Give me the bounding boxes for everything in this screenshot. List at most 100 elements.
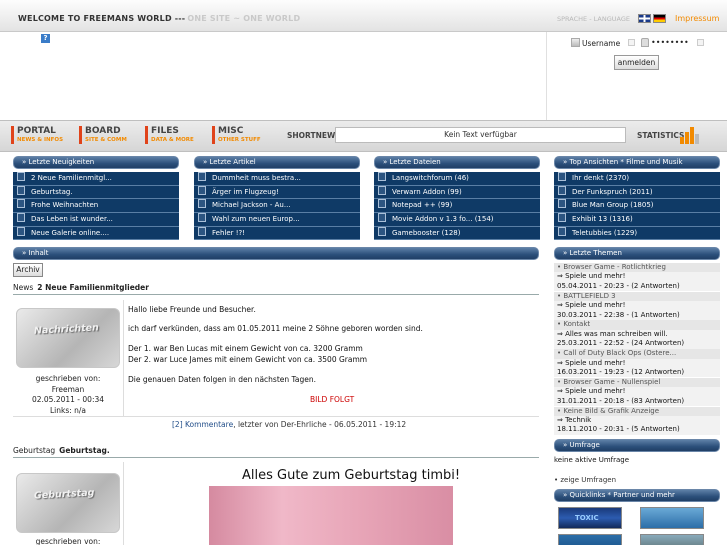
nav-board-title: BOARD [85, 126, 121, 136]
list-item-label: Das Leben ist wunder... [31, 215, 113, 224]
nav-board[interactable]: BOARD SITE & COMM [79, 126, 127, 144]
document-icon [198, 185, 206, 195]
post-meta: geschrieben von: [14, 537, 122, 545]
umfrage-link[interactable]: • zeige Umfragen [554, 476, 616, 484]
birthday-photo [209, 486, 453, 545]
panel-header-umfrage: Umfrage [554, 439, 720, 452]
nav-misc-sub: OTHER STUFF [218, 137, 261, 143]
list-item-label: Ärger im Flugzeug! [212, 187, 279, 196]
thread-title[interactable]: • Kontakt [554, 320, 720, 330]
thread-forum[interactable]: ⇒ Spiele und mehr! [554, 387, 720, 397]
partner-banner-toxic[interactable]: TOXIC [558, 507, 622, 529]
post-title: Geburtstag Geburtstag. [13, 446, 110, 455]
list-item[interactable]: Gamebooster (128) [374, 226, 540, 241]
list-item[interactable]: • Call of Duty Black Ops (Ostere... ⇒ Sp… [554, 349, 720, 378]
list-item-label: Geburtstag. [31, 187, 73, 196]
list-item[interactable]: Neue Galerie online.... [13, 226, 179, 241]
partner-banner[interactable] [640, 507, 704, 529]
nav-portal[interactable]: PORTAL NEWS & INFOS [11, 126, 63, 144]
list-item[interactable]: • Browser Game - Rotlichtkrieg ⇒ Spiele … [554, 263, 720, 292]
document-icon [198, 213, 206, 223]
author-name[interactable]: Freeman [14, 385, 122, 396]
list-item[interactable]: Movie Addon v 1.3 fo... (154) [374, 213, 540, 227]
list-item[interactable]: Ihr denkt (2370) [554, 172, 720, 186]
comments-info: , letzter von Der-Ehrliche - 06.05.2011 … [233, 420, 407, 429]
statistics-chart-icon[interactable] [680, 126, 700, 144]
post-heading[interactable]: Geburtstag. [59, 446, 110, 455]
list-item[interactable]: Geburtstag. [13, 185, 179, 200]
post-category[interactable]: News [13, 283, 33, 292]
dateien-list: Langswitchforum (46) Verwarn Addon (99) … [374, 172, 540, 241]
post-date: 02.05.2011 - 00:34 [31, 395, 105, 404]
thread-title[interactable]: • Browser Game - Rotlichtkrieg [554, 263, 720, 273]
list-item-label: Ihr denkt (2370) [572, 174, 630, 182]
list-item[interactable]: • Keine Bild & Grafik Anzeige ⇒ Technik … [554, 406, 720, 435]
document-icon [198, 172, 206, 181]
comments-link[interactable]: [2] Kommentare [172, 420, 233, 429]
list-item-label: Gamebooster (128) [392, 228, 461, 237]
partner-banner[interactable] [640, 534, 704, 545]
list-item[interactable]: Der Funkspruch (2011) [554, 185, 720, 200]
list-item-label: Langswitchforum (46) [392, 174, 469, 182]
thread-forum[interactable]: ⇒ Spiele und mehr! [554, 358, 720, 368]
document-icon [17, 185, 25, 195]
password-checkbox[interactable] [697, 39, 704, 46]
nav-files[interactable]: FILES DATA & MORE [145, 126, 194, 144]
panel-header-artikel: Letzte Artikel [194, 156, 360, 169]
thread-forum[interactable]: ⇒ Spiele und mehr! [554, 272, 720, 282]
list-item[interactable]: Das Leben ist wunder... [13, 213, 179, 227]
list-item-label: Wahl zum neuen Europ... [212, 215, 300, 224]
panel-header-inhalt: Inhalt [13, 247, 539, 260]
list-item-label: Neue Galerie online.... [31, 228, 110, 237]
divider [546, 32, 547, 120]
list-item[interactable]: Teletubbies (1229) [554, 226, 720, 241]
document-icon [198, 199, 206, 209]
list-item[interactable]: Blue Man Group (1805) [554, 199, 720, 214]
list-item-label: Fehler !?! [212, 228, 246, 237]
list-item[interactable]: Wahl zum neuen Europ... [194, 213, 360, 227]
list-item[interactable]: Dummheit muss bestra... [194, 172, 360, 186]
partner-banner[interactable] [558, 534, 622, 545]
archiv-button[interactable]: Archiv [13, 263, 43, 277]
thread-forum[interactable]: ⇒ Spiele und mehr! [554, 301, 720, 311]
post-title: News 2 Neue Familienmitglieder [13, 283, 149, 292]
uk-flag-icon[interactable] [638, 14, 651, 23]
nav-board-sub: SITE & COMM [85, 137, 127, 143]
panel-header-neuigkeiten: Letzte Neuigkeiten [13, 156, 179, 169]
statistics-link[interactable]: STATISTICS [637, 131, 684, 140]
list-item[interactable]: Ärger im Flugzeug! [194, 185, 360, 200]
geburtstag-badge-image: Geburtstag [16, 473, 120, 533]
list-item[interactable]: Frohe Weihnachten [13, 199, 179, 214]
thread-title[interactable]: • BATTLEFIELD 3 [554, 291, 720, 302]
list-item[interactable]: • Kontakt ⇒ Alles was man schreiben will… [554, 320, 720, 349]
list-item[interactable]: Notepad ++ (99) [374, 199, 540, 214]
post-heading[interactable]: 2 Neue Familienmitglieder [37, 283, 149, 292]
impressum-link[interactable]: Impressum [675, 14, 719, 23]
post-category[interactable]: Geburtstag [13, 446, 55, 455]
list-item[interactable]: Exhibit 13 (1316) [554, 213, 720, 227]
list-item-label: Dummheit muss bestra... [212, 174, 301, 182]
document-icon [378, 172, 386, 181]
password-field[interactable]: •••••••• [651, 38, 689, 47]
username-field[interactable]: Username [582, 39, 620, 48]
document-icon [378, 213, 386, 223]
list-item[interactable]: Verwarn Addon (99) [374, 185, 540, 200]
thread-date: 05.04.2011 - 20:23 - (2 Antworten) [554, 281, 720, 292]
post-meta: geschrieben von: Freeman 02.05.2011 - 00… [14, 374, 122, 416]
thread-title[interactable]: • Keine Bild & Grafik Anzeige [554, 406, 720, 416]
thread-title[interactable]: • Call of Duty Black Ops (Ostere... [554, 349, 720, 359]
thread-forum[interactable]: ⇒ Technik [554, 416, 720, 426]
list-item[interactable]: Langswitchforum (46) [374, 172, 540, 186]
panel-header-themen: Letzte Themen [554, 247, 720, 260]
list-item[interactable]: • BATTLEFIELD 3 ⇒ Spiele und mehr! 30.03… [554, 291, 720, 320]
list-item[interactable]: Michael Jackson - Au... [194, 199, 360, 214]
german-flag-icon[interactable] [653, 14, 666, 23]
thread-title[interactable]: • Browser Game - Nullenspiel [554, 377, 720, 388]
thread-forum[interactable]: ⇒ Alles was man schreiben will. [554, 329, 720, 340]
username-checkbox[interactable] [628, 39, 635, 46]
nav-misc[interactable]: MISC OTHER STUFF [212, 126, 261, 144]
list-item[interactable]: • Browser Game - Nullenspiel ⇒ Spiele un… [554, 377, 720, 407]
login-button[interactable]: anmelden [614, 55, 659, 70]
list-item[interactable]: Fehler !?! [194, 226, 360, 241]
list-item[interactable]: 2 Neue Familienmitgl... [13, 172, 179, 186]
